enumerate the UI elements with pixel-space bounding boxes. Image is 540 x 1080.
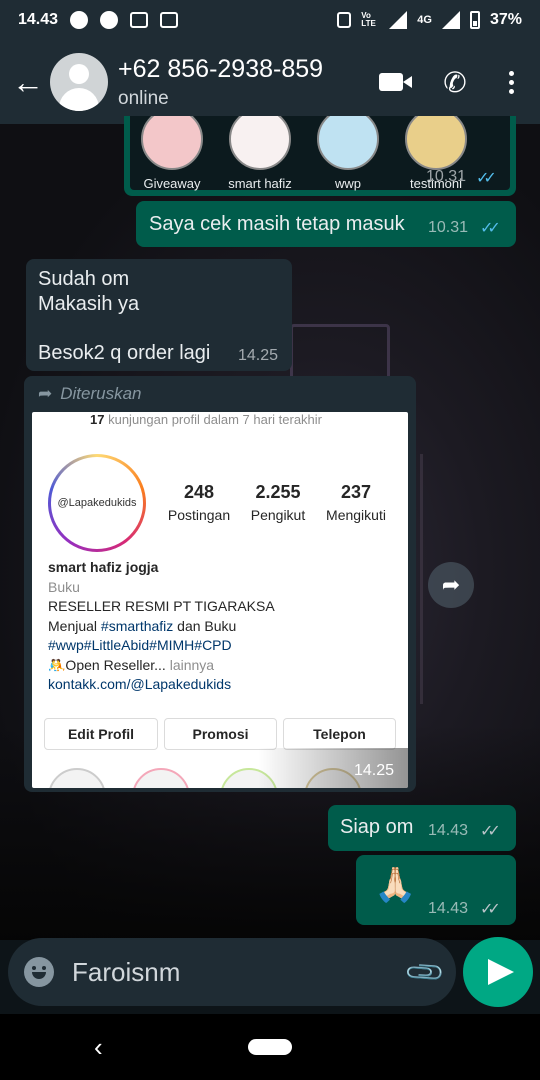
profile-visits: 17 kunjungan profil dalam 7 hari terakhi…: [90, 412, 322, 427]
contact-name: +62 856-2938-859: [118, 54, 324, 83]
battery-level: 37%: [489, 11, 522, 28]
story-highlight: [132, 768, 190, 788]
app-icon: [160, 12, 179, 28]
message-time: 14.25: [238, 347, 279, 364]
facebook-icon: [70, 11, 89, 29]
share-icon: ➦: [441, 572, 461, 597]
message-line: [38, 316, 210, 341]
story-highlight: [48, 768, 106, 788]
message-bubble-outgoing[interactable]: Saya cek masih tetap masuk 10.31 ✓✓: [136, 201, 516, 247]
phone-icon: ✆: [443, 66, 467, 98]
message-bubble-forwarded[interactable]: ➦ Diteruskan 17 kunjungan profil dalam 7 …: [24, 376, 416, 792]
notification-icon: [130, 12, 149, 28]
instagram-profile-screenshot: 17 kunjungan profil dalam 7 hari terakhi…: [32, 412, 408, 788]
message-time: 10.31: [428, 219, 469, 236]
message-time: 10.31: [426, 168, 467, 185]
video-call-button[interactable]: [366, 57, 416, 107]
nav-home-pill[interactable]: [248, 1039, 292, 1055]
delivered-receipt-icon: ✓✓: [480, 823, 501, 840]
message-composer: 📎: [8, 938, 456, 1006]
read-receipt-icon: ✓✓: [480, 220, 501, 237]
message-bubble-outgoing[interactable]: 🙏🏻 14.43 ✓✓: [356, 855, 516, 925]
status-bar: 14.43 Vo LTE 4G 37%: [0, 0, 540, 40]
message-text: Saya cek masih tetap masuk: [149, 213, 405, 235]
avatar[interactable]: [50, 53, 108, 111]
network-label: 4G: [417, 14, 432, 26]
menu-button[interactable]: [486, 57, 536, 107]
share-button[interactable]: ➦: [428, 562, 474, 608]
more-vertical-icon: [508, 70, 514, 94]
delivered-receipt-icon: ✓✓: [480, 901, 501, 918]
volte-label: Vo LTE: [361, 11, 376, 28]
whatsapp-icon: [100, 11, 119, 29]
voice-call-button[interactable]: ✆: [430, 57, 480, 107]
message-bubble-outgoing[interactable]: Siap om 14.43 ✓✓: [328, 805, 516, 851]
signal-icon: [441, 11, 460, 29]
message-text: Siap om: [340, 816, 414, 838]
call-button: Telepon: [283, 718, 396, 750]
forward-icon: ➦: [38, 384, 53, 403]
story-highlight: smart hafiz: [228, 116, 292, 191]
contact-info[interactable]: +62 856-2938-859 online: [118, 55, 366, 110]
story-highlight: Giveaway: [140, 116, 204, 191]
send-icon: [488, 959, 514, 985]
message-time: 14.43: [428, 900, 469, 917]
paperclip-icon[interactable]: 📎: [402, 949, 448, 995]
clock: 14.43: [18, 11, 59, 28]
read-receipt-icon: ✓✓: [476, 170, 497, 187]
message-time: 14.43: [428, 822, 469, 839]
nav-back-icon[interactable]: ‹: [94, 1032, 103, 1063]
edit-profile-button: Edit Profil: [44, 718, 158, 750]
stat-posts: 248 Postingan: [167, 482, 231, 523]
profile-avatar: @Lapakedukids: [48, 454, 146, 552]
signal-icon: [389, 11, 408, 29]
stat-followers: 2.255 Pengikut: [250, 482, 306, 523]
vibrate-icon: [337, 12, 352, 28]
message-line: Besok2 q order lagi: [38, 341, 211, 364]
send-button[interactable]: [463, 937, 533, 1007]
chat-header: ← +62 856-2938-859 online ✆: [0, 40, 540, 124]
highlights-row: Giveaway smart hafiz wwp testimoni: [140, 116, 468, 191]
arrow-left-icon[interactable]: ←: [8, 64, 48, 101]
message-emoji: 🙏🏻: [374, 866, 417, 904]
wallpaper-shape: [290, 324, 390, 384]
system-nav-bar: ‹: [0, 1014, 540, 1080]
message-input[interactable]: [72, 956, 408, 988]
profile-bio: smart hafiz jogja Buku RESELLER RESMI PT…: [48, 559, 275, 692]
battery-icon: [469, 11, 480, 29]
message-line: Makasih ya: [38, 292, 140, 315]
story-highlight: wwp: [316, 116, 380, 191]
stat-following: 237 Mengikuti: [326, 482, 386, 523]
contact-status: online: [118, 87, 169, 109]
message-bubble-incoming[interactable]: Sudah om Makasih ya Besok2 q order lagi …: [26, 259, 292, 371]
message-time: 14.25: [354, 762, 395, 779]
forwarded-label: ➦ Diteruskan: [38, 384, 142, 403]
message-bubble-image[interactable]: Giveaway smart hafiz wwp testimoni 10.31…: [124, 116, 516, 196]
emoji-icon[interactable]: [24, 957, 54, 987]
promote-button: Promosi: [164, 718, 277, 750]
video-call-icon: [379, 73, 412, 91]
message-line: Sudah om: [38, 268, 130, 290]
